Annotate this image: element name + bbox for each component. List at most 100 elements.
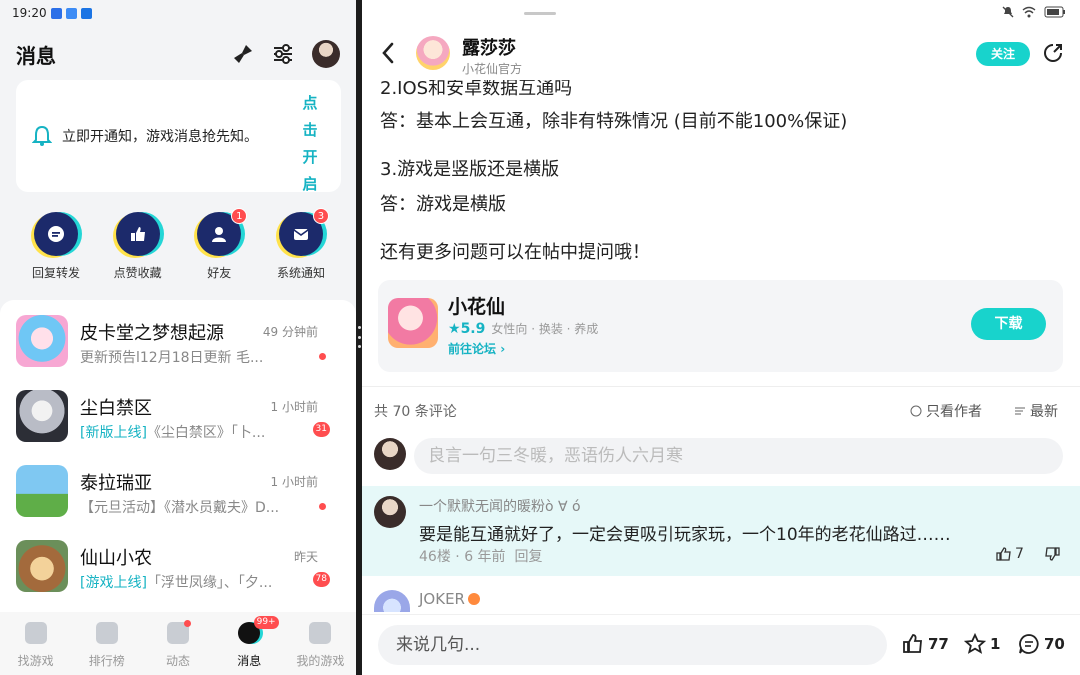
header-actions bbox=[232, 40, 340, 68]
sort-label: 最新 bbox=[1030, 404, 1058, 420]
list-item[interactable]: 仙山小农 昨天 [游戏上线]「浮世凤缘」、「夕... 78 bbox=[0, 540, 356, 615]
status-time: 19:20 bbox=[12, 6, 47, 20]
comment-like-count: 7 bbox=[1015, 546, 1024, 562]
like-button[interactable]: 77 bbox=[902, 633, 949, 655]
my-games-icon bbox=[309, 622, 332, 644]
favorite-count: 1 bbox=[990, 635, 1001, 653]
go-to-forum-link[interactable]: 前往论坛 › bbox=[448, 340, 505, 357]
tab-label: 动态 bbox=[166, 654, 191, 668]
message-time: 昨天 bbox=[293, 550, 318, 564]
game-card[interactable]: 小花仙 ★5.9 女性向 · 换装 · 养成 前往论坛 › 下载 bbox=[378, 280, 1063, 372]
message-list: 皮卡堂之梦想起源 49 分钟前 更新预告l12月18日更新 毛... 尘白禁区 … bbox=[0, 300, 356, 612]
author-name[interactable]: 露莎莎 bbox=[462, 34, 516, 60]
star-icon bbox=[964, 633, 986, 654]
game-icon bbox=[388, 298, 438, 348]
app-notification-icon bbox=[50, 7, 62, 19]
comments-button[interactable]: 70 bbox=[1018, 633, 1065, 655]
thumb-down-icon[interactable] bbox=[1044, 546, 1060, 562]
say-something-input[interactable]: 来说几句... bbox=[378, 625, 887, 665]
comment-item[interactable]: 一个默默无闻的暖粉ò ∀ ó 要是能互通就好了，一定会更吸引玩家玩，一个10年的… bbox=[362, 486, 1080, 576]
clear-broom-icon[interactable] bbox=[232, 43, 254, 65]
tab-my-games[interactable]: 我的游戏 bbox=[285, 612, 356, 675]
split-drag-handle[interactable] bbox=[358, 326, 361, 348]
thumb-up-icon bbox=[903, 634, 922, 653]
comment-bubble-icon bbox=[1019, 634, 1039, 654]
quick-label: 好友 bbox=[207, 266, 232, 280]
radio-icon bbox=[910, 405, 922, 417]
author-avatar[interactable] bbox=[416, 36, 450, 70]
friends-badge: 1 bbox=[231, 208, 248, 224]
post-paragraph: 2.IOS和安卓数据互通吗 bbox=[380, 78, 573, 99]
user-avatar[interactable] bbox=[312, 40, 340, 68]
notification-banner: 立即开通知，游戏消息抢先知。 点击开启 bbox=[16, 80, 341, 193]
list-item[interactable]: 尘白禁区 1 小时前 [新版上线]《尘白禁区》「卜... 31 bbox=[0, 390, 356, 465]
tab-messages[interactable]: 99+ 消息 bbox=[214, 612, 285, 675]
message-text: 「浮世凤缘」、「夕... bbox=[146, 575, 273, 591]
quick-friends[interactable]: 1 好友 bbox=[179, 208, 259, 281]
sort-toggle[interactable]: 最新 bbox=[1014, 401, 1058, 421]
unread-count-badge: 31 bbox=[312, 422, 330, 437]
commenter-avatar[interactable] bbox=[374, 590, 410, 612]
share-icon[interactable] bbox=[1042, 42, 1064, 64]
message-tag: [游戏上线] bbox=[80, 575, 147, 591]
unread-count-badge: 78 bbox=[312, 572, 330, 587]
post-paragraph: 答：游戏是横版 bbox=[380, 194, 506, 215]
commenter-avatar[interactable] bbox=[374, 496, 406, 528]
game-tags: 女性向 · 换装 · 养成 bbox=[491, 322, 599, 336]
enable-notification-button[interactable]: 点击开启 bbox=[301, 90, 319, 198]
comment-text: 要是能互通就好了，一定会更吸引玩家玩，一个10年的老花仙路过…… bbox=[419, 525, 951, 545]
author-subtitle: 小花仙官方 bbox=[462, 62, 523, 76]
comment-time: 6 年前 bbox=[464, 549, 506, 565]
comment-like-button[interactable]: 7 bbox=[996, 546, 1024, 562]
page-title: 消息 bbox=[16, 44, 56, 68]
crown-badge-icon bbox=[467, 593, 480, 605]
game-score: ★5.9 bbox=[448, 320, 486, 337]
mute-icon bbox=[1002, 6, 1014, 18]
sort-icon bbox=[1015, 407, 1025, 415]
list-item[interactable]: 皮卡堂之梦想起源 49 分钟前 更新预告l12月18日更新 毛... bbox=[0, 315, 356, 390]
app-notification-icon-2 bbox=[65, 7, 77, 19]
back-arrow-icon[interactable] bbox=[380, 40, 396, 66]
tab-label: 消息 bbox=[237, 654, 262, 668]
author-only-toggle[interactable]: 只看作者 bbox=[910, 401, 982, 421]
message-time: 1 小时前 bbox=[270, 475, 318, 489]
quick-likes[interactable]: 点赞收藏 bbox=[98, 212, 178, 281]
reply-link[interactable]: 回复 bbox=[514, 549, 542, 565]
tab-find-games[interactable]: 找游戏 bbox=[0, 612, 71, 675]
unread-dot bbox=[319, 503, 326, 510]
message-time: 49 分钟前 bbox=[262, 325, 318, 339]
message-text: 【元旦活动】《潜水员戴夫》D... bbox=[80, 500, 280, 516]
window-grip[interactable] bbox=[524, 12, 556, 15]
tab-feed[interactable]: 动态 bbox=[142, 612, 213, 675]
app-notification-icon-3 bbox=[80, 7, 92, 19]
game-avatar bbox=[16, 540, 68, 592]
feed-unread-dot bbox=[184, 620, 192, 627]
bell-icon bbox=[32, 125, 52, 146]
rankings-icon bbox=[95, 622, 118, 644]
battery-icon bbox=[1044, 6, 1065, 18]
message-title: 尘白禁区 bbox=[80, 398, 152, 419]
quick-replies[interactable]: 回复转发 bbox=[16, 212, 96, 281]
comment-input[interactable]: 良言一句三冬暖，恶语伤人六月寒 bbox=[414, 438, 1063, 474]
favorite-button[interactable]: 1 bbox=[964, 633, 1000, 655]
tab-rankings[interactable]: 排行榜 bbox=[71, 612, 142, 675]
comment-meta: 46楼 · 6 年前 回复 bbox=[419, 549, 543, 565]
quick-system[interactable]: 3 系统通知 bbox=[261, 208, 341, 281]
comments-count: 70 bbox=[1044, 635, 1065, 653]
find-games-icon bbox=[24, 622, 47, 644]
filter-settings-icon[interactable] bbox=[272, 43, 294, 65]
message-preview: [游戏上线]「浮世凤缘」、「夕... bbox=[80, 572, 290, 592]
comment-floor: 46楼 bbox=[419, 549, 451, 565]
post-paragraph: 还有更多问题可以在帖中提问哦！ bbox=[380, 242, 650, 263]
list-item[interactable]: 泰拉瑞亚 1 小时前 【元旦活动】《潜水员戴夫》D... bbox=[0, 465, 356, 540]
follow-button[interactable]: 关注 bbox=[976, 42, 1030, 66]
download-button[interactable]: 下载 bbox=[971, 308, 1046, 340]
author-only-label: 只看作者 bbox=[926, 404, 982, 420]
status-bar-right bbox=[1002, 6, 1066, 18]
commenter-name-2[interactable]: JOKER bbox=[419, 590, 480, 608]
game-avatar bbox=[16, 315, 68, 367]
game-name: 小花仙 bbox=[448, 296, 506, 318]
commenter-name[interactable]: 一个默默无闻的暖粉ò ∀ ó bbox=[419, 496, 581, 516]
commenter-name-text: JOKER bbox=[419, 590, 465, 608]
game-avatar bbox=[16, 465, 68, 517]
